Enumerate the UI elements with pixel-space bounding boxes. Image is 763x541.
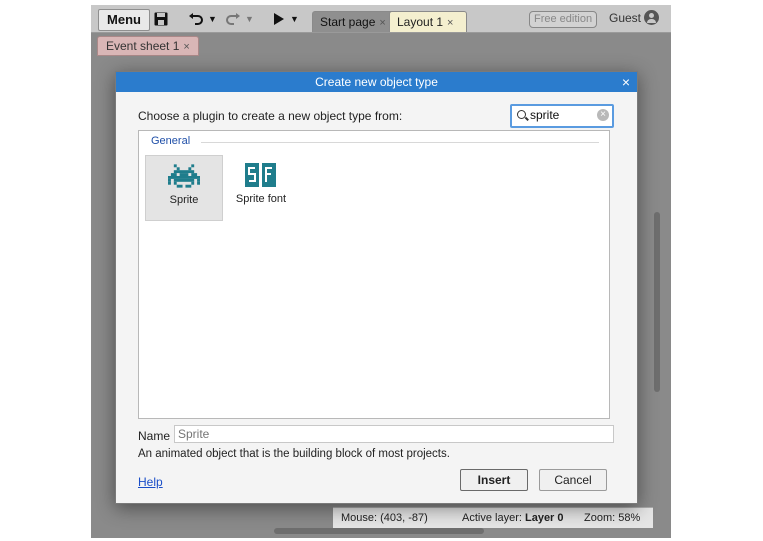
- close-icon[interactable]: ×: [447, 17, 453, 29]
- redo-dropdown-icon[interactable]: ▼: [245, 9, 254, 29]
- sprite-font-icon: [245, 163, 276, 187]
- group-header: General: [151, 135, 191, 147]
- horizontal-scrollbar[interactable]: [274, 528, 484, 534]
- plugin-label: Sprite: [169, 194, 199, 206]
- tab-label: Layout 1: [397, 15, 444, 29]
- tab-layout-1[interactable]: Layout 1 ×: [389, 11, 467, 32]
- close-icon[interactable]: ×: [183, 41, 189, 53]
- plugin-description: An animated object that is the building …: [138, 448, 450, 460]
- name-field[interactable]: [174, 425, 614, 443]
- active-layer-label: Active layer:: [462, 512, 522, 524]
- active-layer-status: Active layer: Layer 0: [462, 508, 564, 528]
- plugin-label: Sprite font: [235, 193, 287, 205]
- zoom-level: Zoom: 58%: [584, 512, 641, 524]
- dialog-title-bar: Create new object type ×: [116, 72, 637, 92]
- save-icon[interactable]: [151, 9, 171, 29]
- dialog-prompt: Choose a plugin to create a new object t…: [138, 109, 403, 123]
- cancel-button[interactable]: Cancel: [539, 469, 607, 491]
- plugin-tile-sprite-font[interactable]: Sprite font: [223, 155, 299, 219]
- tab-event-sheet-1[interactable]: Event sheet 1 ×: [97, 36, 199, 56]
- undo-dropdown-icon[interactable]: ▼: [208, 9, 217, 29]
- edition-badge[interactable]: Free edition: [529, 11, 598, 28]
- undo-icon[interactable]: [186, 9, 206, 29]
- play-icon[interactable]: [269, 9, 289, 29]
- space-invader-icon: [168, 164, 200, 188]
- menu-button[interactable]: Menu: [98, 9, 150, 31]
- plugin-search-box[interactable]: ×: [510, 104, 614, 128]
- vertical-scrollbar[interactable]: [654, 212, 660, 392]
- close-icon[interactable]: ×: [622, 72, 630, 92]
- user-name[interactable]: Guest: [609, 11, 641, 25]
- run-dropdown-icon[interactable]: ▼: [290, 9, 299, 29]
- close-icon[interactable]: ×: [379, 17, 385, 29]
- redo-icon[interactable]: [223, 9, 243, 29]
- plugin-list: General Sprite Sprite font: [138, 130, 610, 419]
- name-label: Name: [138, 429, 171, 443]
- help-link[interactable]: Help: [138, 475, 163, 489]
- dialog-title: Create new object type: [315, 75, 438, 89]
- active-layer-value: Layer 0: [524, 512, 564, 524]
- tab-label: Event sheet 1: [106, 39, 180, 53]
- create-object-dialog: Create new object type × Choose a plugin…: [115, 71, 638, 504]
- tab-label: Start page: [320, 15, 376, 29]
- clear-search-icon[interactable]: ×: [597, 109, 609, 121]
- search-icon: [517, 110, 526, 119]
- tab-start-page[interactable]: Start page ×: [312, 11, 400, 32]
- search-input[interactable]: [530, 107, 592, 123]
- insert-button[interactable]: Insert: [460, 469, 528, 491]
- mouse-position: Mouse: (403, -87): [341, 512, 428, 524]
- status-bar: Mouse: (403, -87) Active layer: Layer 0 …: [333, 507, 653, 528]
- plugin-tile-sprite[interactable]: Sprite: [145, 155, 223, 221]
- user-avatar-icon[interactable]: [644, 10, 659, 25]
- group-divider: [201, 142, 599, 143]
- main-toolbar: Menu ▼ ▼ ▼ Start page × Layout 1 × Free ed…: [91, 5, 671, 33]
